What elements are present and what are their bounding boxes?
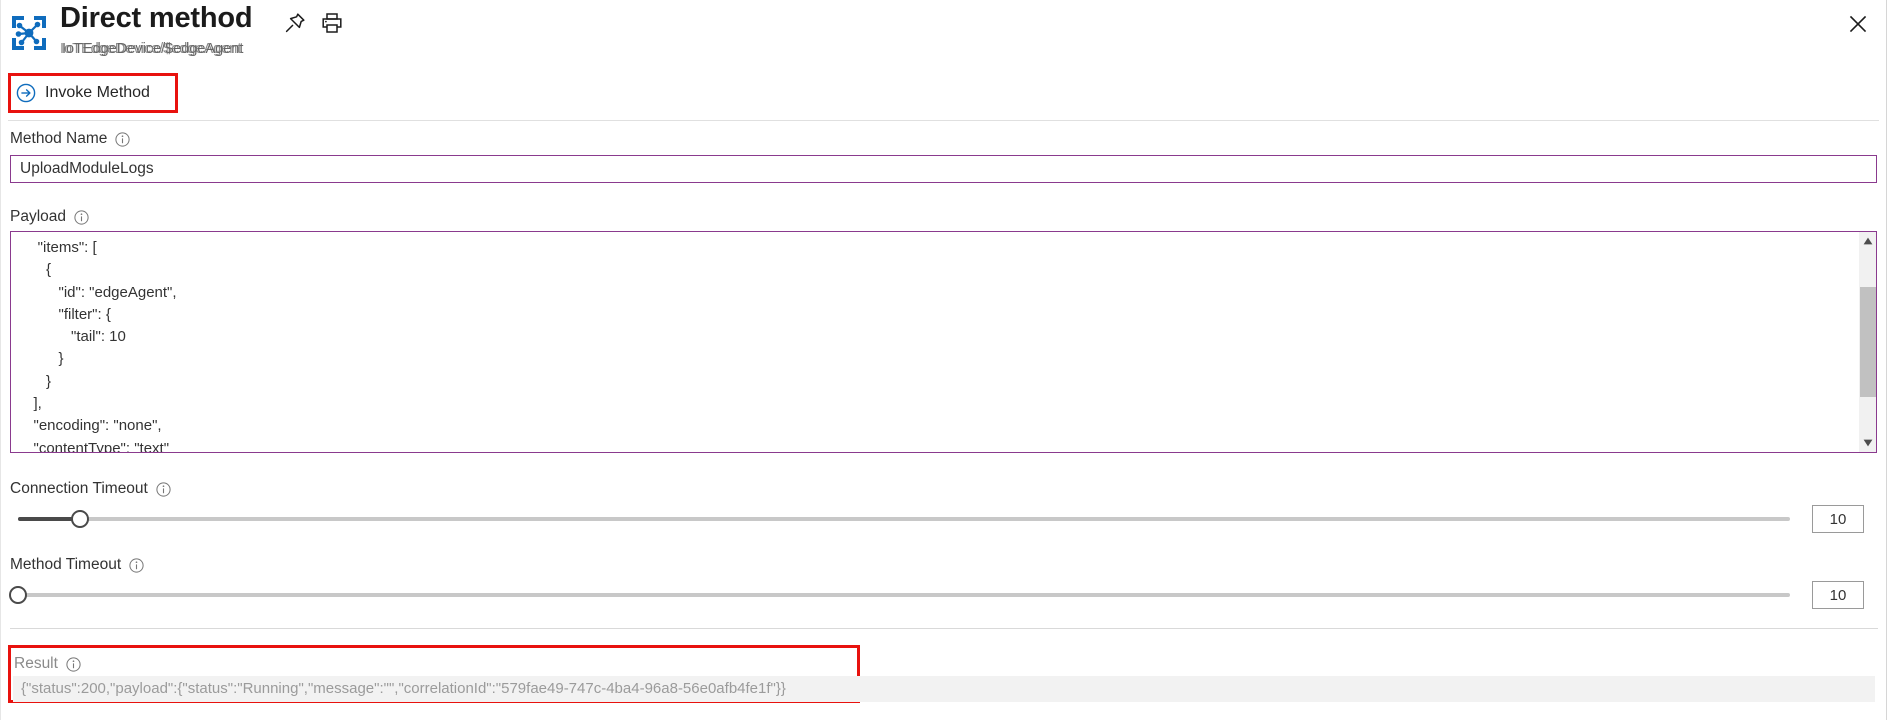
invoke-method-button[interactable]: Invoke Method: [16, 80, 150, 106]
info-icon[interactable]: [66, 656, 81, 672]
info-icon[interactable]: [74, 209, 89, 225]
payload-scrollbar[interactable]: [1858, 232, 1876, 452]
chevron-up-icon[interactable]: [1859, 232, 1876, 250]
close-icon[interactable]: [1845, 11, 1871, 37]
method-timeout-value-input[interactable]: [1812, 581, 1864, 609]
payload-editor[interactable]: "items": [ { "id": "edgeAgent", "filter"…: [10, 231, 1877, 453]
method-timeout-label: Method Timeout: [10, 556, 122, 573]
connection-timeout-slider[interactable]: [18, 508, 1790, 530]
command-bar-divider: [8, 120, 1879, 121]
print-icon[interactable]: [320, 11, 344, 35]
method-name-label-group: Method Name: [10, 130, 130, 148]
method-timeout-slider[interactable]: [9, 584, 1790, 606]
info-icon[interactable]: [129, 557, 144, 573]
connection-timeout-value-input[interactable]: [1812, 505, 1864, 533]
payload-label-group: Payload: [10, 208, 89, 226]
slider-track: [18, 593, 1790, 597]
result-label-group: Result: [14, 655, 81, 673]
iot-hub-icon: [8, 12, 50, 54]
method-name-input[interactable]: [10, 155, 1877, 183]
slider-thumb[interactable]: [9, 586, 27, 604]
payload-text[interactable]: "items": [ { "id": "edgeAgent", "filter"…: [21, 237, 1821, 452]
info-icon[interactable]: [156, 481, 171, 497]
pin-icon[interactable]: [283, 11, 307, 35]
command-bar: Invoke Method: [0, 72, 1887, 121]
result-output[interactable]: {"status":200,"payload":{"status":"Runni…: [13, 676, 1875, 702]
result-label: Result: [14, 655, 58, 672]
section-divider: [10, 628, 1878, 629]
payload-scrollbar-thumb[interactable]: [1860, 287, 1876, 397]
connection-timeout-label-group: Connection Timeout: [10, 480, 171, 498]
direct-method-blade: Direct method IoTEdgeDevice/$edgeAgent I…: [0, 0, 1887, 720]
slider-track: [18, 517, 1790, 521]
arrow-right-circle-icon: [16, 83, 36, 103]
method-name-label: Method Name: [10, 130, 108, 147]
chevron-down-icon[interactable]: [1859, 434, 1876, 452]
breadcrumb-label: IoTEdgeDevice/$edgeAgent: [62, 41, 244, 57]
connection-timeout-label: Connection Timeout: [10, 480, 148, 497]
invoke-method-label: Invoke Method: [45, 84, 150, 101]
page-title: Direct method: [60, 2, 253, 34]
payload-label: Payload: [10, 208, 67, 225]
blade-header: Direct method IoTEdgeDevice/$edgeAgent I…: [0, 0, 1887, 72]
info-icon[interactable]: [115, 131, 130, 147]
slider-thumb[interactable]: [71, 510, 90, 528]
method-timeout-label-group: Method Timeout: [10, 556, 144, 574]
